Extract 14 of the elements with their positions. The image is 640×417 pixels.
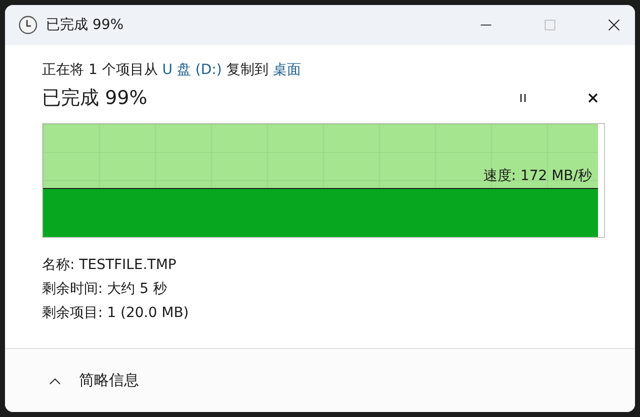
- close-icon[interactable]: [607, 18, 621, 32]
- cancel-icon[interactable]: [587, 92, 599, 104]
- source-link[interactable]: U 盘 (D:): [162, 62, 222, 78]
- progress-status: 已完成 99%: [42, 86, 148, 111]
- detail-text: 剩余时间: 大约 5 秒: [42, 280, 168, 298]
- clock-icon: [18, 15, 38, 35]
- chevron-icon: [49, 376, 61, 384]
- copy-description: 正在将 1 个项目从 U 盘 (D:) 复制到 桌面: [42, 61, 302, 79]
- details-toggle[interactable]: 简略信息: [45, 367, 143, 394]
- window-title: 已完成 99%: [46, 16, 124, 34]
- detail-text: 名称: TESTFILE.TMP: [42, 256, 178, 274]
- speed-label: 速度: 172 MB/秒: [483, 167, 592, 185]
- detail-text: 剩余项目: 1 (20.0 MB): [42, 304, 190, 322]
- destination-link[interactable]: 桌面: [272, 62, 301, 78]
